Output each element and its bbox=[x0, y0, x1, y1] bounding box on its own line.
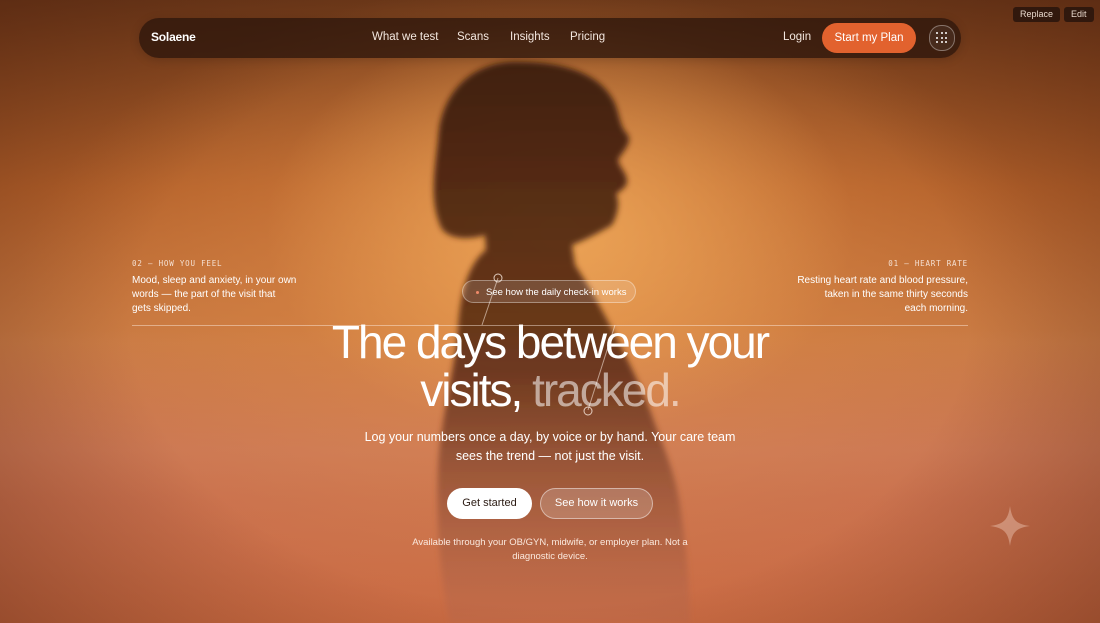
sparkle-icon bbox=[990, 506, 1030, 546]
left-note-text: Mood, sleep and anxiety, in your own wor… bbox=[132, 275, 297, 314]
top-navigation: Solaene What we test Scans Insights Pric… bbox=[139, 18, 961, 58]
right-note-text: Resting heart rate and blood pressure, t… bbox=[797, 275, 968, 314]
brand-logo[interactable]: Solaene bbox=[151, 30, 196, 44]
nav-link-scans[interactable]: Scans bbox=[457, 31, 489, 43]
right-note-tag: 01 — HEART RATE bbox=[888, 259, 968, 268]
left-note-tag: 02 — HOW YOU FEEL bbox=[132, 259, 223, 268]
grid-icon[interactable] bbox=[929, 25, 955, 51]
get-started-button[interactable]: Get started bbox=[447, 488, 532, 519]
availability-disclaimer: Available through your OB/GYN, midwife, … bbox=[412, 537, 688, 562]
login-link[interactable]: Login bbox=[783, 31, 811, 43]
daily-checkin-link[interactable]: See how the daily check-in works bbox=[462, 280, 636, 303]
see-how-it-works-button[interactable]: See how it works bbox=[540, 488, 653, 519]
hero-subtitle: Log your numbers once a day, by voice or… bbox=[364, 430, 736, 463]
daily-checkin-label: See how the daily check-in works bbox=[486, 287, 627, 298]
nav-link-what-we-test[interactable]: What we test bbox=[372, 31, 438, 43]
replace-button[interactable]: Replace bbox=[1013, 7, 1061, 22]
dot-icon bbox=[476, 291, 479, 294]
nav-link-pricing[interactable]: Pricing bbox=[570, 31, 605, 43]
nav-link-insights[interactable]: Insights bbox=[510, 31, 550, 43]
edit-button[interactable]: Edit bbox=[1064, 7, 1094, 22]
start-plan-button[interactable]: Start my Plan bbox=[822, 23, 916, 53]
hero-headline: The days between your visits, tracked. bbox=[331, 316, 770, 416]
